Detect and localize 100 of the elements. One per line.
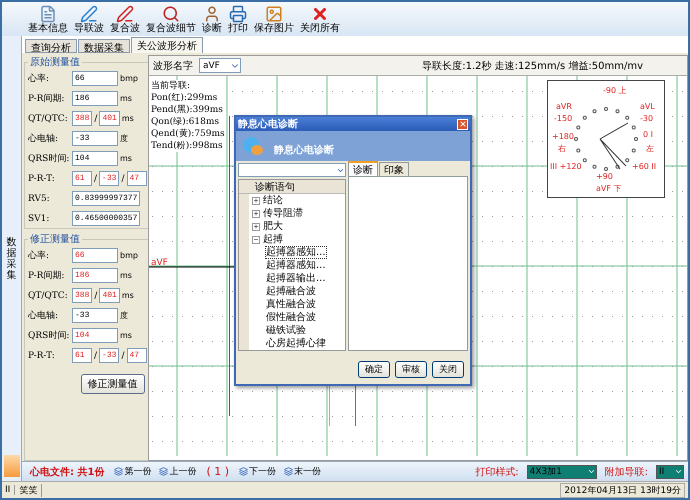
toolbar-button[interactable]: 复合波细节 [144, 5, 198, 34]
input-field[interactable]: -33 [99, 348, 120, 363]
plus-icon [253, 197, 259, 204]
input-field[interactable]: 66 [72, 248, 118, 263]
tree-item[interactable]: 起搏器输出... [265, 272, 327, 285]
tree-item[interactable]: 肥大 [262, 220, 284, 233]
dropdown-field[interactable] [238, 163, 346, 177]
toolbar-button[interactable]: 诊断 [200, 5, 224, 34]
input-field[interactable]: 47 [126, 348, 146, 363]
separator-text: / [94, 350, 98, 360]
toolbar-button[interactable]: 关闭所有 [298, 5, 342, 34]
minus-icon [253, 236, 259, 243]
correct-button[interactable]: 修正测量值 [80, 374, 144, 394]
input-field[interactable]: -33 [99, 171, 120, 186]
print-style-select[interactable]: 4X3加1 [526, 464, 597, 478]
previous-button[interactable]: 上一份 [157, 465, 198, 478]
input-field[interactable]: 0.46500000357 [72, 211, 140, 226]
image-icon [265, 5, 283, 23]
dialog-heading: 静息心电诊断 [274, 143, 334, 157]
input-field[interactable]: 61 [72, 348, 92, 363]
tree-item[interactable]: 磁铁试验 [265, 324, 307, 337]
field-label: P-R-T: [28, 174, 56, 184]
input-field[interactable]: 401 [99, 288, 120, 303]
axis-label: -150 [554, 114, 572, 123]
text-area[interactable] [348, 176, 468, 351]
field-label: 心电轴: [28, 310, 60, 322]
next-button[interactable]: 下一份 [237, 465, 278, 478]
tab[interactable]: 关公波形分析 [131, 37, 203, 53]
chevron-down-icon [674, 467, 683, 476]
input-field[interactable]: 0.83999997377 [72, 191, 140, 206]
dialog-button[interactable]: 确定 [358, 361, 390, 378]
input-field[interactable]: -33 [72, 308, 118, 323]
close-button[interactable] [457, 118, 468, 130]
tab[interactable]: 诊断 [348, 161, 378, 177]
tab[interactable]: 查询分析 [25, 39, 77, 53]
tree-item[interactable]: 传导阻滞 [262, 207, 304, 220]
field-label: QT/QTC: [28, 290, 69, 300]
tree-item[interactable]: 起搏器感知... [265, 259, 327, 272]
unit-label: ms [120, 154, 132, 163]
input-field[interactable]: 186 [72, 91, 118, 106]
field-label: P-R间期: [28, 270, 66, 282]
side-tab[interactable]: 数据采集 [6, 236, 16, 280]
unit-label: bmp [120, 251, 138, 260]
waveform-label: 波形名字 [153, 60, 193, 72]
close-icon [458, 120, 466, 128]
first-button[interactable]: 第一份 [112, 465, 154, 478]
separator-text: / [94, 290, 98, 300]
last-button[interactable]: 末一份 [282, 465, 324, 478]
document-icon [39, 5, 57, 23]
axis-label: 左 [646, 144, 654, 153]
expand-icon[interactable] [252, 196, 260, 204]
toolbar-button[interactable]: 复合波 [108, 5, 142, 34]
dialog-button[interactable]: 关闭 [432, 361, 464, 378]
input-field[interactable]: 186 [72, 268, 118, 283]
axis-label: -90 上 [603, 86, 627, 95]
toolbar-button[interactable]: 保存图片 [252, 5, 296, 34]
expand-icon[interactable] [252, 210, 260, 218]
axis-label: -30 [640, 114, 654, 123]
input-field[interactable]: 388 [72, 288, 92, 303]
toolbar-button[interactable]: 打印 [226, 5, 250, 34]
tree-item[interactable]: 结论 [262, 194, 284, 207]
input-field[interactable]: 66 [72, 71, 118, 86]
tab[interactable]: 数据采集 [78, 39, 130, 53]
dialog-title: 静息心电诊断 [238, 117, 298, 131]
tab[interactable]: 印象 [379, 162, 409, 177]
tree-item[interactable]: 心房起搏心律 [265, 337, 327, 350]
input-field[interactable]: -33 [72, 131, 118, 146]
unit-label: 度 [120, 310, 128, 321]
toolbar-button[interactable]: 导联波 [72, 5, 106, 34]
unit-label: ms [120, 271, 132, 280]
lead-info-line: Qon(绿):618ms [151, 116, 220, 128]
tree-item[interactable]: 起搏器感知... [265, 246, 327, 259]
tree-item[interactable]: 假性融合波 [265, 311, 317, 324]
pen-icon [116, 5, 134, 23]
axis-label: aVR [556, 102, 572, 111]
dialog-button[interactable]: 审核 [395, 361, 427, 378]
unit-label: ms [120, 94, 132, 103]
axis-label: +60 II [632, 162, 656, 171]
tree-item[interactable]: 起搏融合波 [265, 285, 317, 298]
waveform-select[interactable]: aVF [199, 58, 241, 73]
input-field[interactable]: 388 [72, 111, 92, 126]
input-field[interactable]: 47 [126, 171, 146, 186]
tree-item[interactable]: 真性融合波 [265, 298, 317, 311]
extra-lead-label: 附加导联: [604, 466, 648, 478]
expand-icon[interactable] [252, 222, 260, 230]
lead-info: 导联长度:1.2秒 走速:125mm/s 增益:50mm/mv [422, 60, 643, 72]
input-field[interactable]: 104 [72, 151, 118, 166]
lead-info-line: 当前导联: [151, 80, 192, 92]
unit-label: ms [122, 114, 134, 123]
extra-lead-select[interactable]: II [656, 464, 684, 478]
input-field[interactable]: 61 [72, 171, 92, 186]
input-field[interactable]: 104 [72, 328, 118, 343]
page-icon [159, 467, 168, 476]
input-field[interactable]: 401 [99, 111, 120, 126]
chevron-down-icon [586, 467, 596, 476]
tree-item[interactable]: 起搏 [262, 233, 284, 246]
toolbar-button[interactable]: 基本信息 [26, 5, 70, 34]
unit-label: bmp [120, 74, 138, 83]
file-count: 心电文件: 共1份 [30, 465, 104, 478]
collapse-icon[interactable] [252, 236, 260, 244]
